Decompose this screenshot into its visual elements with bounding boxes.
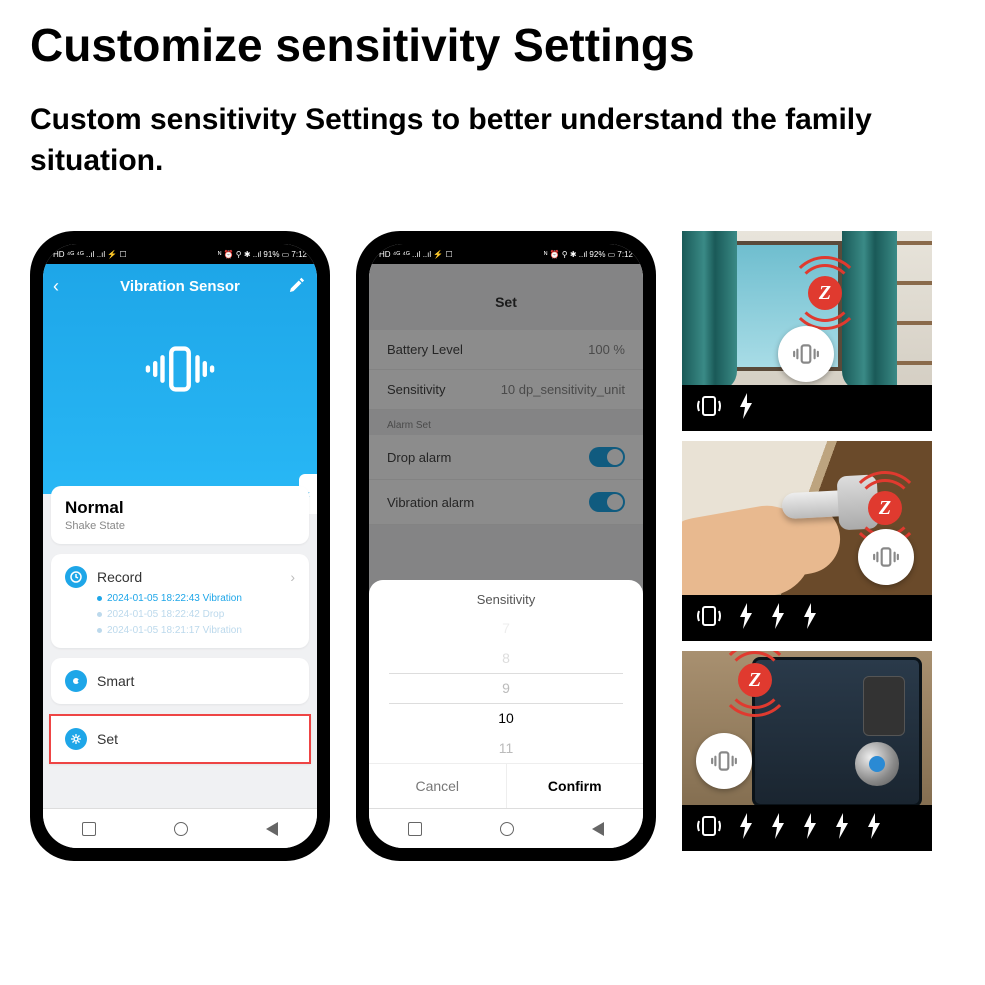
android-nav-bar bbox=[369, 808, 643, 848]
smart-label: Smart bbox=[97, 673, 134, 689]
bolt-icon bbox=[802, 813, 818, 844]
bolt-icon bbox=[738, 393, 754, 424]
cancel-button[interactable]: Cancel bbox=[369, 764, 507, 808]
picker-option[interactable]: 11 bbox=[369, 733, 643, 763]
zigbee-icon: Z bbox=[868, 491, 902, 525]
clock-icon bbox=[65, 566, 87, 588]
set-label: Set bbox=[97, 731, 118, 747]
recent-apps-button[interactable] bbox=[82, 822, 96, 836]
bolt-icon bbox=[802, 603, 818, 634]
picker-option[interactable]: 8 bbox=[369, 643, 643, 673]
bolt-icon bbox=[834, 813, 850, 844]
record-entry: 2024-01-05 18:21:17 Vibration bbox=[97, 625, 295, 636]
bolt-icon bbox=[770, 603, 786, 634]
android-nav-bar bbox=[43, 808, 317, 848]
bolt-icon bbox=[866, 813, 882, 844]
state-card: Normal Shake State bbox=[51, 486, 309, 544]
picker-wheel[interactable]: 7 8 9 10 11 12 13 bbox=[369, 613, 643, 763]
scene-tile-curtain: Z bbox=[682, 231, 932, 431]
shake-icon bbox=[696, 813, 722, 844]
chevron-right-icon: › bbox=[290, 569, 295, 585]
zigbee-icon: Z bbox=[738, 663, 772, 697]
status-right: ᴺ ⏰ ⚲ ✱ ..ıl 92% ▭ 7:12 bbox=[544, 250, 633, 259]
scene-tile-safe: Z bbox=[682, 651, 932, 851]
status-bar: HD ⁴ᴳ ⁴ᴳ ..ıl ..ıl ⚡ ☐ ᴺ ⏰ ⚲ ✱ ..ıl 92% … bbox=[369, 244, 643, 264]
edit-button[interactable] bbox=[289, 276, 305, 297]
sensor-icon bbox=[696, 733, 752, 789]
status-left: HD ⁴ᴳ ⁴ᴳ ..ıl ..ıl ⚡ ☐ bbox=[53, 250, 127, 259]
back-nav-button[interactable] bbox=[592, 822, 604, 836]
headline: Customize sensitivity Settings bbox=[30, 18, 955, 72]
home-button[interactable] bbox=[174, 822, 188, 836]
bolt-icon bbox=[738, 813, 754, 844]
scene-tiles: Z Z bbox=[682, 231, 932, 851]
scene-tile-door: Z bbox=[682, 441, 932, 641]
phone-mockup-main: HD ⁴ᴳ ⁴ᴳ ..ıl ..ıl ⚡ ☐ ᴺ ⏰ ⚲ ✱ ..ıl 91% … bbox=[30, 231, 330, 861]
sensitivity-picker-sheet: Sensitivity 7 8 9 10 11 12 13 Cancel Con… bbox=[369, 580, 643, 808]
back-nav-button[interactable] bbox=[266, 822, 278, 836]
status-bar: HD ⁴ᴳ ⁴ᴳ ..ıl ..ıl ⚡ ☐ ᴺ ⏰ ⚲ ✱ ..ıl 91% … bbox=[43, 244, 317, 264]
sensor-icon bbox=[858, 529, 914, 585]
bolt-icon bbox=[738, 603, 754, 634]
home-button[interactable] bbox=[500, 822, 514, 836]
zigbee-icon: Z bbox=[808, 276, 842, 310]
status-right: ᴺ ⏰ ⚲ ✱ ..ıl 91% ▭ 7:12 bbox=[218, 250, 307, 259]
state-label: Shake State bbox=[65, 520, 295, 532]
sensor-icon bbox=[778, 326, 834, 382]
shake-icon bbox=[696, 603, 722, 634]
subheadline: Custom sensitivity Settings to better un… bbox=[30, 100, 955, 181]
record-entry: 2024-01-05 18:22:43 Vibration bbox=[97, 593, 295, 604]
picker-option-selected[interactable]: 10 bbox=[369, 703, 643, 733]
record-entry: 2024-01-05 18:22:42 Drop bbox=[97, 609, 295, 620]
record-label: Record bbox=[97, 569, 142, 585]
shake-icon bbox=[696, 393, 722, 424]
bolt-icon bbox=[770, 813, 786, 844]
picker-option[interactable]: 9 bbox=[369, 673, 643, 703]
gear-icon bbox=[65, 728, 87, 750]
recent-apps-button[interactable] bbox=[408, 822, 422, 836]
state-value: Normal bbox=[65, 498, 295, 518]
confirm-button[interactable]: Confirm bbox=[507, 764, 644, 808]
back-button[interactable]: ‹ bbox=[53, 276, 59, 297]
sheet-title: Sensitivity bbox=[369, 592, 643, 607]
phone-mockup-settings: HD ⁴ᴳ ⁴ᴳ ..ıl ..ıl ⚡ ☐ ᴺ ⏰ ⚲ ✱ ..ıl 92% … bbox=[356, 231, 656, 861]
smart-icon bbox=[65, 670, 87, 692]
vibration-sensor-icon bbox=[43, 334, 317, 404]
record-card[interactable]: Record › 2024-01-05 18:22:43 Vibration 2… bbox=[51, 554, 309, 648]
smart-card[interactable]: Smart bbox=[51, 658, 309, 704]
set-card[interactable]: Set bbox=[49, 714, 311, 764]
screen-title: Vibration Sensor bbox=[43, 264, 317, 308]
status-left: HD ⁴ᴳ ⁴ᴳ ..ıl ..ıl ⚡ ☐ bbox=[379, 250, 453, 259]
picker-option[interactable]: 7 bbox=[369, 613, 643, 643]
